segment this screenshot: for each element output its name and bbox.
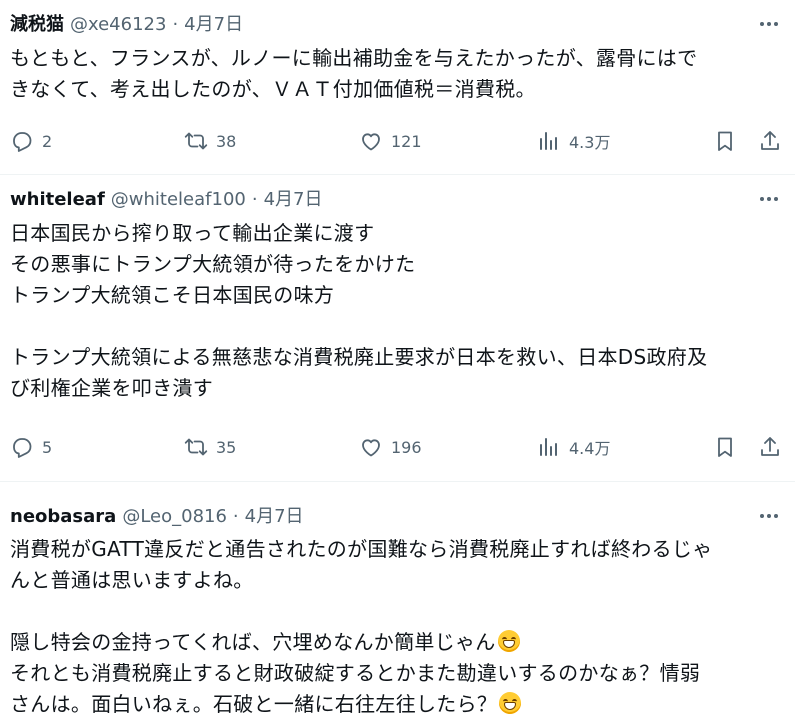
bookmark-icon: [718, 437, 732, 457]
retweet-icon: [184, 438, 208, 456]
tweet-date[interactable]: 4月7日: [264, 187, 323, 213]
views-button[interactable]: 4.3万: [537, 129, 610, 153]
retweet-button[interactable]: 38: [184, 129, 236, 153]
tweet-text-line: び利権企業を叩き潰す: [10, 376, 213, 400]
heart-icon: [362, 439, 380, 457]
tweet-text-line: トランプ大統領こそ日本国民の味方: [10, 283, 335, 307]
tweet-text-line: さんは。面白いねぇ。石破と一緒に右往左往したら？: [10, 689, 775, 720]
heart-icon: [362, 133, 380, 151]
author-handle[interactable]: @Leo_0816: [122, 504, 227, 530]
tweet-text-segment: 隠し特会の金持ってくれば、穴埋めなんか簡単じゃん: [10, 630, 496, 654]
tweet-text-line: きなくて、考え出したのが、ＶＡＴ付加価値税＝消費税。: [10, 77, 536, 101]
more-dots-icon[interactable]: [757, 189, 781, 209]
share-button[interactable]: [758, 129, 782, 153]
more-dots-icon[interactable]: [757, 506, 781, 526]
tweet-date[interactable]: 4月7日: [184, 12, 243, 38]
reply-button[interactable]: 5: [10, 435, 52, 459]
grinning-face-emoji: [497, 630, 520, 652]
tweet-3[interactable]: neobasara @Leo_0816 · 4月7日 消費税がGATT違反だと通…: [0, 482, 795, 727]
bookmark-button[interactable]: [713, 435, 737, 459]
tweet-2[interactable]: whiteleaf @whiteleaf100 · 4月7日 日本国民から搾り取…: [0, 175, 795, 482]
tweet-text: 日本国民から搾り取って輸出企業に渡す その悪事にトランプ大統領が待ったをかけた …: [10, 218, 775, 404]
share-icon: [761, 131, 779, 150]
views-count: 4.4万: [569, 439, 611, 458]
reply-count: 5: [42, 437, 53, 457]
retweet-count: 38: [216, 131, 237, 151]
tweet-date[interactable]: 4月7日: [245, 504, 304, 530]
tweet-header: 減税猫 @xe46123 · 4月7日: [10, 12, 243, 38]
like-count: 196: [391, 437, 422, 457]
retweet-icon: [184, 132, 208, 150]
reply-icon: [13, 438, 32, 458]
views-chart-icon: [540, 438, 557, 456]
separator-dot: ·: [251, 189, 258, 210]
tweet-1[interactable]: 減税猫 @xe46123 · 4月7日 もともと、フランスが、ルノーに輸出補助金…: [0, 0, 795, 175]
tweet-text: 消費税がGATT違反だと通告されたのが国難なら消費税廃止すれば終わるじゃ んと普…: [10, 534, 775, 720]
author-handle[interactable]: @xe46123: [70, 12, 166, 38]
tweet-text-segment: さんは。面白いねぇ。石破と一緒に右往左往したら？: [10, 692, 498, 716]
reply-count: 2: [42, 131, 53, 151]
author-handle[interactable]: @whiteleaf100: [111, 187, 246, 213]
views-button[interactable]: 4.4万: [537, 435, 610, 459]
more-dots-icon[interactable]: [757, 14, 781, 34]
tweet-text-line: その悪事にトランプ大統領が待ったをかけた: [10, 252, 416, 276]
like-button[interactable]: 196: [359, 435, 422, 459]
like-count: 121: [391, 131, 422, 151]
like-button[interactable]: 121: [359, 129, 422, 153]
tweet-text-line: んと普通は思いますよね。: [10, 568, 254, 592]
reply-button[interactable]: 2: [10, 129, 52, 153]
share-icon: [761, 437, 779, 456]
tweet-text-line: 日本国民から搾り取って輸出企業に渡す: [10, 221, 375, 245]
action-bar: 2 38 121 4.3万: [10, 129, 785, 153]
separator-dot: ·: [172, 14, 179, 35]
tweet-text-line: もともと、フランスが、ルノーに輸出補助金を与えたかったが、露骨にはで: [10, 46, 698, 70]
tweet-header: neobasara @Leo_0816 · 4月7日: [10, 504, 304, 530]
grinning-face-emoji: [499, 692, 522, 714]
author-name[interactable]: neobasara: [10, 504, 116, 530]
views-chart-icon: [540, 132, 557, 150]
views-count: 4.3万: [569, 133, 611, 152]
retweet-button[interactable]: 35: [184, 435, 236, 459]
retweet-count: 35: [216, 437, 237, 457]
tweet-text: もともと、フランスが、ルノーに輸出補助金を与えたかったが、露骨にはで きなくて、…: [10, 43, 775, 105]
separator-dot: ·: [232, 506, 239, 527]
share-button[interactable]: [758, 435, 782, 459]
tweet-text-line: 消費税がGATT違反だと通告されたのが国難なら消費税廃止すれば終わるじゃ: [10, 537, 713, 561]
tweet-text-line: トランプ大統領による無慈悲な消費税廃止要求が日本を救い、日本DS政府及: [10, 345, 708, 369]
reply-icon: [13, 132, 32, 152]
author-name[interactable]: whiteleaf: [10, 187, 105, 213]
bookmark-button[interactable]: [713, 129, 737, 153]
author-name[interactable]: 減税猫: [10, 12, 64, 38]
tweet-text-line: それとも消費税廃止すると財政破綻するとかまた勘違いするのかなぁ？情弱: [10, 661, 701, 685]
bookmark-icon: [718, 131, 732, 151]
tweet-text-line: 隠し特会の金持ってくれば、穴埋めなんか簡単じゃん: [10, 627, 775, 658]
tweet-header: whiteleaf @whiteleaf100 · 4月7日: [10, 187, 322, 213]
action-bar: 5 35 196 4.4万: [10, 435, 785, 459]
